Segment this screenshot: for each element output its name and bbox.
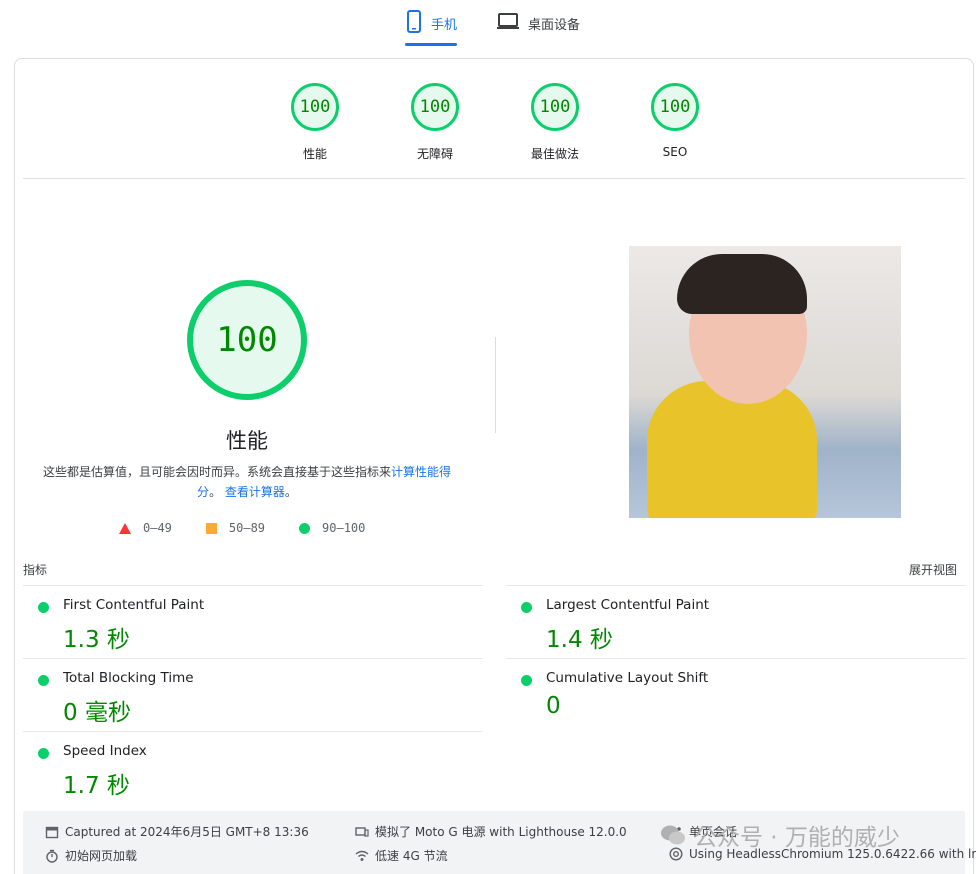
metric-fcp: First Contentful Paint 1.3 秒 [23,585,483,658]
legend-fail: 0–49 [119,521,172,535]
square-icon [205,522,217,534]
metric-name: Total Blocking Time [63,670,194,686]
gauge-seo[interactable]: 100 SEO [635,83,715,159]
metrics-title: 指标 [23,563,48,577]
metric-lcp: Largest Contentful Paint 1.4 秒 [506,585,966,658]
gauge-score: 100 [651,83,699,131]
gauge-label: 最佳做法 [530,147,579,161]
score-legend: 0–49 50–89 90–100 [119,521,365,535]
legend-pass-label: 90–100 [322,521,366,535]
gauge-accessibility[interactable]: 100 无障碍 [395,83,475,162]
performance-title: 性能 [226,429,268,453]
gauge-label: 无障碍 [416,147,453,161]
footer-throttle[interactable]: 低速 4G 节流 [355,847,448,864]
legend-fail-label: 0–49 [143,521,172,535]
description-end: 。 [284,485,297,499]
screenshot-figure-hair [677,254,807,314]
metric-cls: Cumulative Layout Shift 0 [506,658,966,731]
view-calculator-link[interactable]: 查看计算器 [225,485,285,499]
metric-value: 1.4 秒 [546,627,613,653]
gauge-score: 100 [291,83,339,131]
calendar-icon [45,826,59,838]
legend-pass: 90–100 [299,521,365,535]
legend-average-label: 50–89 [228,521,266,535]
active-tab-indicator [405,43,458,46]
metric-si: Speed Index 1.7 秒 [23,731,483,804]
gauge-score: 100 [531,83,579,131]
wifi-icon [355,850,369,861]
triangle-icon [119,522,131,534]
pass-dot-icon [521,602,532,613]
watermark-text: 公众号 · 万能的威少 [694,825,900,851]
metric-name: Speed Index [63,743,147,759]
tab-mobile[interactable]: 手机 [405,10,458,46]
section-divider [23,178,965,179]
footer-device[interactable]: 模拟了 Moto G 电源 with Lighthouse 12.0.0 [355,823,627,840]
vertical-divider [495,337,496,433]
tab-mobile-label: 手机 [431,18,458,33]
footer-captured: Captured at 2024年6月5日 GMT+8 13:36 [45,823,309,840]
wechat-icon [661,825,685,845]
category-gauges: 100 性能 100 无障碍 100 最佳做法 100 SEO [15,59,975,179]
metric-name: Largest Contentful Paint [546,597,710,613]
pass-dot-icon [38,602,49,613]
phone-icon [407,10,421,33]
description-sep: 。 [209,485,222,499]
pass-dot-icon [521,675,532,686]
gauge-best-practices[interactable]: 100 最佳做法 [515,83,595,162]
pass-dot-icon [38,748,49,759]
circle-icon [299,522,311,534]
footer-load: 初始网页加载 [45,847,137,864]
metric-name: First Contentful Paint [63,597,205,613]
performance-score-gauge: 100 [187,280,307,400]
throttle-text: 低速 4G 节流 [375,849,448,863]
performance-description: 这些都是估算值，且可能会因时而异。系统会直接基于这些指标来计算性能得分。 查看计… [41,462,453,502]
metric-tbt: Total Blocking Time 0 毫秒 [23,658,483,731]
metric-value: 0 [546,693,561,719]
gauge-performance[interactable]: 100 性能 [275,83,355,162]
metric-value: 1.7 秒 [63,773,130,799]
metric-value: 1.3 秒 [63,627,130,653]
timer-icon [46,849,58,863]
legend-average: 50–89 [205,521,266,535]
metrics-header: 指标 展开视图 [23,555,965,585]
metric-value: 0 毫秒 [63,700,131,726]
laptop-icon [497,13,519,29]
gauge-label: 性能 [302,147,327,161]
captured-text: Captured at 2024年6月5日 GMT+8 13:36 [65,825,309,839]
report-card: 100 性能 100 无障碍 100 最佳做法 100 SEO 100 性能 这… [14,58,976,874]
description-text: 这些都是估算值，且可能会因时而异。系统会直接基于这些指标来 [42,465,391,479]
gauge-score: 100 [411,83,459,131]
device-text: 模拟了 Moto G 电源 with Lighthouse 12.0.0 [375,825,627,839]
pass-dot-icon [38,675,49,686]
tab-desktop-label: 桌面设备 [528,18,581,33]
metric-name: Cumulative Layout Shift [546,670,709,686]
gauge-label: SEO [662,145,688,159]
device-tabs: 手机 桌面设备 [0,0,976,50]
final-screenshot [629,246,901,518]
devices-icon [355,826,369,837]
tab-desktop[interactable]: 桌面设备 [496,10,580,46]
expand-view-button[interactable]: 展开视图 [909,561,957,578]
watermark: 公众号 · 万能的威少 [660,818,900,852]
load-text: 初始网页加载 [65,849,138,863]
